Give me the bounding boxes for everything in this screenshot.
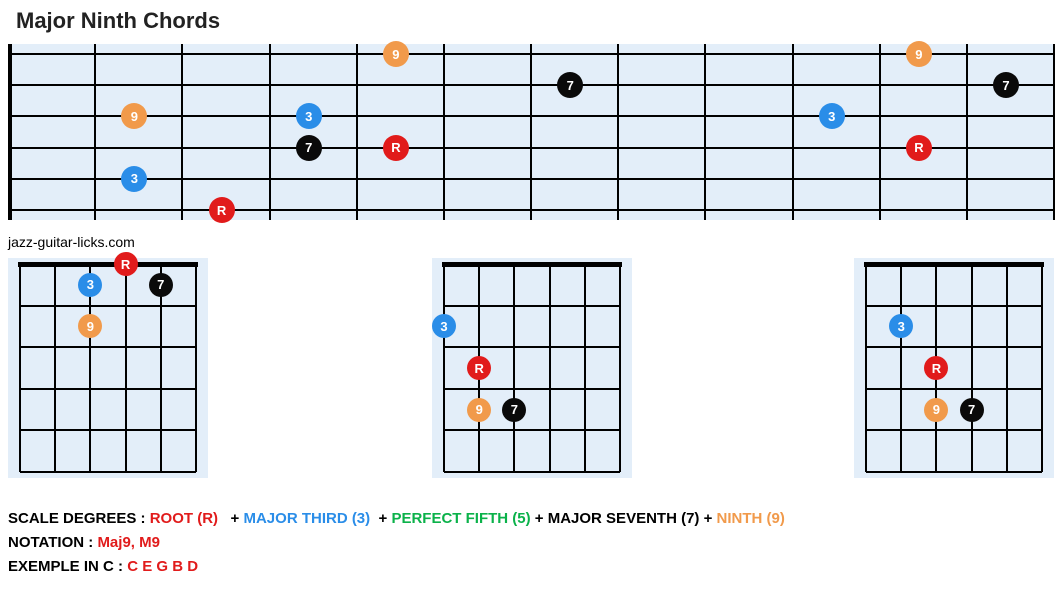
fret-line bbox=[966, 44, 968, 220]
note-third: 3 bbox=[78, 273, 102, 297]
fret-line bbox=[356, 44, 358, 220]
fret-line bbox=[792, 44, 794, 220]
fret-line bbox=[866, 471, 1042, 473]
legend-third: MAJOR THIRD (3) bbox=[243, 510, 370, 527]
string-line bbox=[195, 264, 197, 472]
string-line bbox=[443, 264, 445, 472]
fret-line bbox=[866, 388, 1042, 390]
legend-notation: NOTATION : Maj9, M9 bbox=[8, 534, 160, 551]
legend-example: EXEMPLE IN C : C E G B D bbox=[8, 558, 198, 575]
legend-plus: + bbox=[379, 510, 388, 527]
legend-scale-degrees: SCALE DEGREES : ROOT (R) + MAJOR THIRD (… bbox=[8, 510, 785, 527]
nut bbox=[442, 262, 622, 267]
string-line bbox=[54, 264, 56, 472]
fret-line bbox=[617, 44, 619, 220]
legend-plus: + bbox=[535, 510, 544, 527]
note-root: R bbox=[906, 135, 932, 161]
string-line bbox=[549, 264, 551, 472]
string-line bbox=[900, 264, 902, 472]
string-line bbox=[584, 264, 586, 472]
main-fretboard: R 3 9 7 3 R 9 7 3 R 9 7 bbox=[8, 44, 1054, 220]
note-seventh: 7 bbox=[993, 72, 1019, 98]
string-line bbox=[619, 264, 621, 472]
legend-fifth: PERFECT FIFTH (5) bbox=[391, 510, 530, 527]
fret-line bbox=[444, 388, 620, 390]
note-third: 3 bbox=[432, 314, 456, 338]
note-seventh: 7 bbox=[960, 398, 984, 422]
legend-plus: + bbox=[231, 510, 240, 527]
note-third: 3 bbox=[819, 103, 845, 129]
legend-notation-label: NOTATION : bbox=[8, 534, 93, 551]
legend-seventh: MAJOR SEVENTH (7) bbox=[548, 510, 700, 527]
note-ninth: 9 bbox=[924, 398, 948, 422]
note-root: R bbox=[467, 356, 491, 380]
legend-notation-value: Maj9, M9 bbox=[97, 534, 160, 551]
fret-line bbox=[20, 471, 196, 473]
string-line bbox=[1041, 264, 1043, 472]
note-root: R bbox=[209, 197, 235, 223]
string-line bbox=[1006, 264, 1008, 472]
fret-line bbox=[866, 305, 1042, 307]
note-ninth: 9 bbox=[78, 314, 102, 338]
fret-line bbox=[704, 44, 706, 220]
chord-shape-2: 3R 97 bbox=[432, 258, 632, 478]
fret-line bbox=[443, 44, 445, 220]
note-seventh: 7 bbox=[296, 135, 322, 161]
fret-line bbox=[20, 429, 196, 431]
fret-line bbox=[269, 44, 271, 220]
chord-shape-3: 3R 97 bbox=[854, 258, 1054, 478]
page-title: Major Ninth Chords bbox=[16, 8, 220, 34]
note-third: 3 bbox=[889, 314, 913, 338]
fret-line bbox=[1053, 44, 1055, 220]
note-ninth: 9 bbox=[906, 41, 932, 67]
legend-ninth: NINTH (9) bbox=[717, 510, 785, 527]
fret-line bbox=[181, 44, 183, 220]
fret-line bbox=[20, 346, 196, 348]
fret-line bbox=[444, 346, 620, 348]
fret-line bbox=[866, 429, 1042, 431]
fret-line bbox=[444, 429, 620, 431]
fret-line bbox=[94, 44, 96, 220]
string-line bbox=[971, 264, 973, 472]
note-seventh: 7 bbox=[557, 72, 583, 98]
legend-root: ROOT (R) bbox=[150, 510, 218, 527]
fret-line bbox=[444, 471, 620, 473]
note-seventh: 7 bbox=[502, 398, 526, 422]
note-ninth: 9 bbox=[467, 398, 491, 422]
fret-line bbox=[866, 346, 1042, 348]
fret-line bbox=[20, 305, 196, 307]
string-line bbox=[513, 264, 515, 472]
fret-line bbox=[530, 44, 532, 220]
note-ninth: 9 bbox=[383, 41, 409, 67]
legend-plus: + bbox=[704, 510, 713, 527]
string-line bbox=[19, 264, 21, 472]
nut bbox=[18, 262, 198, 267]
legend-example-label: EXEMPLE IN C : bbox=[8, 558, 123, 575]
chord-shape-1: R379 bbox=[8, 258, 208, 478]
note-root: R bbox=[114, 252, 138, 276]
legend-example-value: C E G B D bbox=[127, 558, 198, 575]
string-line bbox=[125, 264, 127, 472]
note-third: 3 bbox=[296, 103, 322, 129]
note-ninth: 9 bbox=[121, 103, 147, 129]
note-third: 3 bbox=[121, 166, 147, 192]
note-root: R bbox=[924, 356, 948, 380]
nut bbox=[864, 262, 1044, 267]
note-root: R bbox=[383, 135, 409, 161]
fret-line bbox=[879, 44, 881, 220]
fret-line bbox=[444, 305, 620, 307]
fret-line bbox=[20, 388, 196, 390]
string-line bbox=[865, 264, 867, 472]
legend-label: SCALE DEGREES : bbox=[8, 510, 146, 527]
note-seventh: 7 bbox=[149, 273, 173, 297]
attribution-text: jazz-guitar-licks.com bbox=[8, 234, 135, 250]
